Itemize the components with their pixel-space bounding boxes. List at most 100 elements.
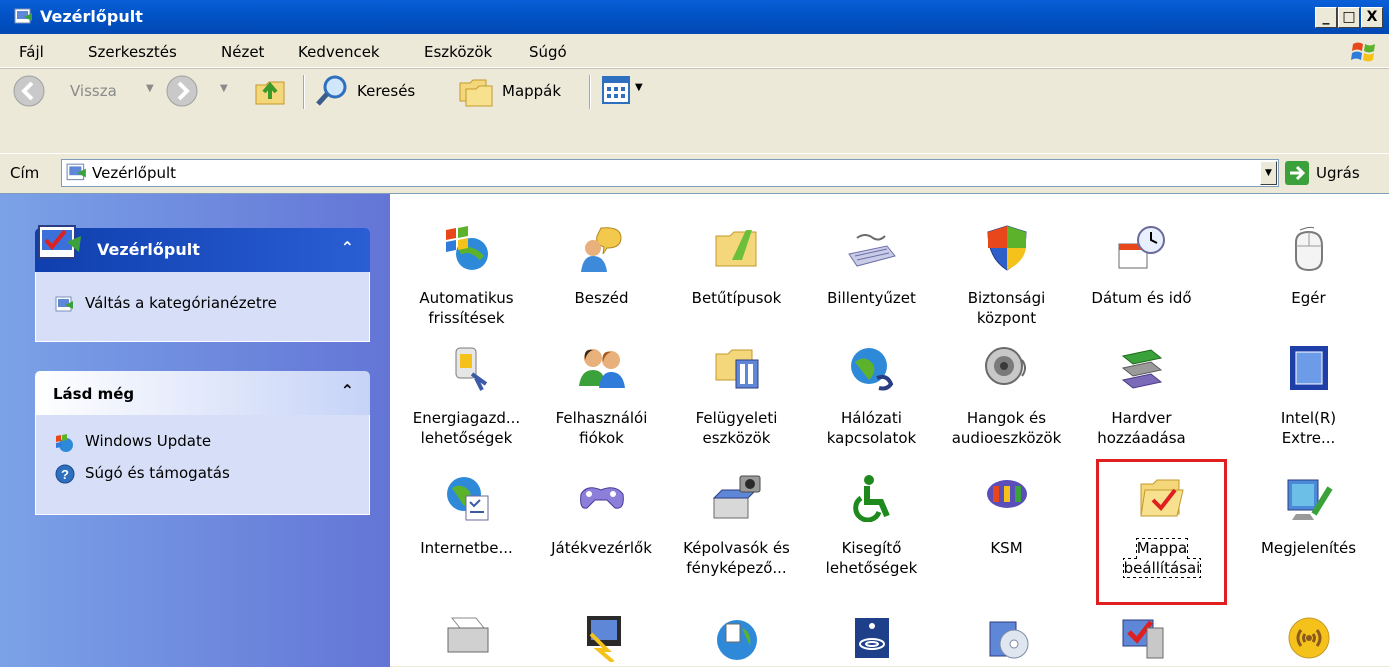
address-dropdown-button[interactable]: ▼ xyxy=(1260,161,1277,185)
item-intel-extreme[interactable]: Intel(R) Extre... xyxy=(1241,344,1376,448)
item-game-controllers[interactable]: Játékvezérlők xyxy=(534,474,669,558)
mouse-icon xyxy=(1294,226,1323,272)
add-hardware-icon xyxy=(1121,349,1162,389)
forward-button[interactable]: ▼ xyxy=(163,73,235,109)
item-keyboard[interactable]: Billentyűzet xyxy=(804,224,939,308)
search-button[interactable]: Keresés xyxy=(312,73,450,109)
title-bar[interactable]: Vezérlőpult _ □ X xyxy=(0,0,1389,34)
collapse-chevron-icon[interactable]: ⌃ xyxy=(341,238,354,257)
item-power-options[interactable]: Energiagazd... lehetőségek xyxy=(399,344,534,448)
item-security-center[interactable]: Biztonsági központ xyxy=(939,224,1074,328)
item-admin-tools[interactable]: Felügyeleti eszközök xyxy=(669,344,804,448)
item-mouse[interactable]: Egér xyxy=(1241,224,1376,308)
item-water-drop[interactable] xyxy=(804,614,939,662)
item-sounds-audio[interactable]: Hangok és audioeszközök xyxy=(939,344,1074,448)
item-scanners-cameras[interactable]: Képolvasók és fényképező... xyxy=(669,474,804,578)
back-label: Vissza xyxy=(70,82,117,100)
item-system[interactable] xyxy=(1074,614,1209,662)
control-panel-task-body: Váltás a kategórianézetre xyxy=(35,272,370,342)
gamepad-icon xyxy=(579,487,624,509)
scanner-camera-icon xyxy=(712,475,760,519)
item-printers[interactable] xyxy=(399,614,534,662)
menu-view[interactable]: Nézet xyxy=(221,43,264,61)
control-panel-task-header[interactable]: Vezérlőpult ⌃ xyxy=(35,225,370,272)
item-phone-modem[interactable] xyxy=(534,614,669,662)
item-label: Játékvezérlők xyxy=(551,539,652,557)
globe-icon xyxy=(716,620,757,660)
windows-update-icon xyxy=(56,434,73,452)
item-label: Billentyűzet xyxy=(827,289,916,307)
see-also-body: Windows Update ? Súgó és támogatás xyxy=(35,415,370,515)
item-label: Képolvasók és fényképező... xyxy=(683,539,790,577)
item-label: Betűtípusok xyxy=(691,289,782,307)
views-dropdown-icon[interactable]: ▼ xyxy=(635,82,643,93)
forward-arrow-icon xyxy=(166,75,198,107)
keyboard-icon xyxy=(847,234,896,267)
address-bar: Cím Vezérlőpult ▼ Ugrás xyxy=(0,153,1389,193)
item-label: Egér xyxy=(1291,289,1326,307)
item-label: Automatikus frissítések xyxy=(419,289,514,327)
go-label: Ugrás xyxy=(1316,164,1360,182)
folders-button[interactable]: Mappák xyxy=(456,73,581,109)
wireless-icon xyxy=(1288,617,1329,659)
forward-dropdown-icon[interactable]: ▼ xyxy=(220,83,228,94)
search-label: Keresés xyxy=(357,82,416,100)
close-button[interactable]: X xyxy=(1361,7,1383,28)
item-network-connections[interactable]: Hálózati kapcsolatok xyxy=(804,344,939,448)
item-wireless[interactable] xyxy=(1241,614,1376,662)
item-display[interactable]: Megjelenítés xyxy=(1241,474,1376,558)
item-label: Beszéd xyxy=(574,289,629,307)
item-automatic-updates[interactable]: Automatikus frissítések xyxy=(399,224,534,328)
go-button[interactable]: Ugrás xyxy=(1284,158,1384,188)
item-programs[interactable] xyxy=(939,614,1074,662)
item-speech[interactable]: Beszéd xyxy=(534,224,669,308)
svg-text:?: ? xyxy=(61,467,69,482)
ripple-icon xyxy=(854,618,889,658)
control-panel-icon xyxy=(14,8,32,24)
item-accessibility[interactable]: Kisegítő lehetőségek xyxy=(804,474,939,578)
folders-icon xyxy=(459,79,493,107)
views-icon xyxy=(602,76,630,104)
menu-edit[interactable]: Szerkesztés xyxy=(88,43,177,61)
item-add-hardware[interactable]: Hardver hozzáadása xyxy=(1074,344,1209,448)
intel-graphics-icon xyxy=(1289,346,1328,390)
highlight-box xyxy=(1096,459,1227,605)
go-arrow-icon xyxy=(1285,161,1309,185)
menu-bar: Fájl Szerkesztés Nézet Kedvencek Eszközö… xyxy=(0,34,1389,68)
item-label: Energiagazd... lehetőségek xyxy=(412,409,521,447)
item-internet-options[interactable]: Internetbe... xyxy=(399,474,534,558)
address-input[interactable]: Vezérlőpult xyxy=(61,159,1279,187)
back-button[interactable]: Vissza ▼ xyxy=(8,73,156,109)
views-button[interactable]: ▼ xyxy=(598,76,668,108)
menu-help[interactable]: Súgó xyxy=(529,43,567,61)
ksm-icon xyxy=(986,480,1027,508)
back-arrow-icon xyxy=(13,75,45,107)
item-label: Hardver hozzáadása xyxy=(1097,409,1186,447)
minimize-button[interactable]: _ xyxy=(1315,7,1337,28)
internet-options-icon xyxy=(446,477,488,521)
item-date-time[interactable]: Dátum és idő xyxy=(1074,224,1209,308)
address-value: Vezérlőpult xyxy=(92,164,177,182)
item-label: Internetbe... xyxy=(420,539,513,557)
control-panel-large-icon xyxy=(38,225,81,259)
menu-file[interactable]: Fájl xyxy=(19,43,44,61)
item-fonts[interactable]: Betűtípusok xyxy=(669,224,804,308)
menu-favorites[interactable]: Kedvencek xyxy=(298,43,380,61)
maximize-button[interactable]: □ xyxy=(1338,7,1360,28)
display-icon xyxy=(1287,479,1333,520)
user-accounts-icon xyxy=(578,349,625,388)
up-folder-icon[interactable] xyxy=(252,73,288,109)
back-dropdown-icon[interactable]: ▼ xyxy=(146,83,154,94)
item-internet-globe[interactable] xyxy=(669,614,804,662)
see-also-header[interactable]: Lásd még ⌃ xyxy=(35,371,370,415)
help-icon: ? xyxy=(55,464,75,484)
item-ksm[interactable]: KSM xyxy=(939,474,1074,558)
programs-cd-icon xyxy=(989,621,1028,659)
menu-tools[interactable]: Eszközök xyxy=(424,43,492,61)
windows-update-label: Windows Update xyxy=(85,432,212,450)
item-user-accounts[interactable]: Felhasználói fiókok xyxy=(534,344,669,448)
collapse-chevron-icon[interactable]: ⌃ xyxy=(341,381,354,400)
printer-icon xyxy=(447,617,488,653)
see-also-title: Lásd még xyxy=(53,385,135,403)
item-label: Hangok és audioeszközök xyxy=(951,409,1062,447)
